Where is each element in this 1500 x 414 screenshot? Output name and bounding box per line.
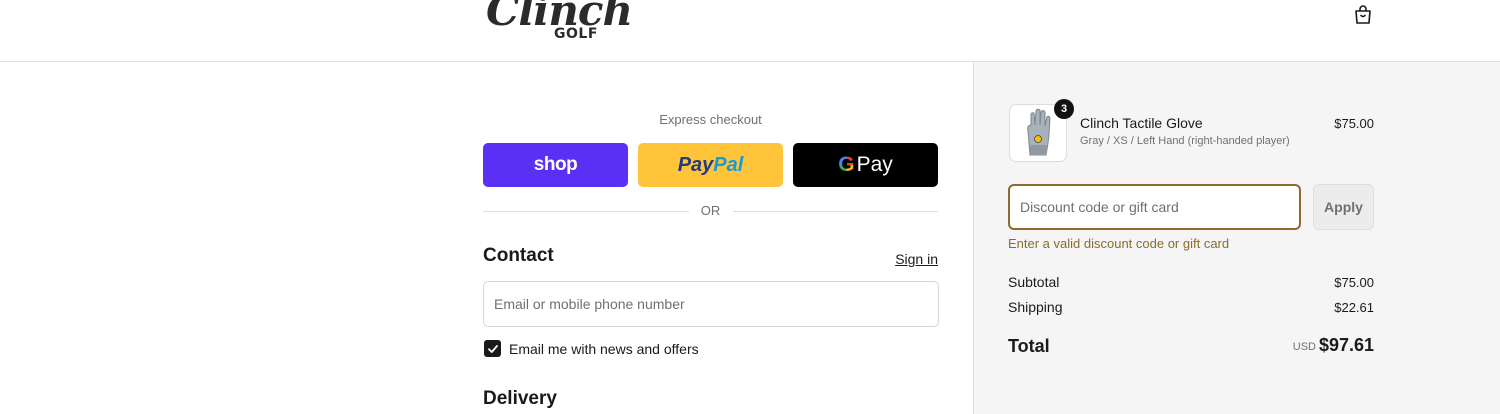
contact-title: Contact xyxy=(483,245,554,266)
google-g-icon: G xyxy=(838,153,855,176)
or-divider: OR xyxy=(483,203,938,219)
discount-code-input[interactable] xyxy=(1008,184,1301,230)
delivery-title: Delivery xyxy=(483,388,557,409)
discount-error-message: Enter a valid discount code or gift card xyxy=(1008,236,1230,251)
apply-discount-button[interactable]: Apply xyxy=(1313,184,1374,230)
paypal-label-part2: Pal xyxy=(713,153,744,176)
product-name: Clinch Tactile Glove xyxy=(1080,115,1203,131)
email-field[interactable] xyxy=(483,281,939,327)
shop-pay-label: shop xyxy=(533,154,578,175)
quantity-badge: 3 xyxy=(1054,99,1074,119)
brand-logo[interactable]: Clinch GOLF xyxy=(486,0,633,46)
express-checkout-title: Express checkout xyxy=(659,112,762,127)
google-pay-button[interactable]: G Pay xyxy=(793,143,938,187)
shop-pay-button[interactable]: shop xyxy=(483,143,628,187)
total-value: $97.61 xyxy=(1318,335,1374,355)
newsletter-label: Email me with news and offers xyxy=(509,341,699,357)
subtotal-label: Subtotal xyxy=(1008,274,1060,290)
google-pay-label: Pay xyxy=(856,153,893,176)
check-icon xyxy=(487,344,498,353)
page-header: Clinch GOLF xyxy=(0,0,1500,62)
subtotal-value: $75.00 xyxy=(1334,275,1374,290)
shipping-label: Shipping xyxy=(1008,299,1063,315)
brand-logo-sub: GOLF xyxy=(554,26,598,42)
or-text: OR xyxy=(700,203,721,218)
newsletter-checkbox[interactable] xyxy=(484,340,501,357)
product-thumbnail: 3 xyxy=(1009,99,1074,162)
product-variant: Gray / XS / Left Hand (right-handed play… xyxy=(1080,135,1290,147)
total-label: Total xyxy=(1008,336,1050,356)
shopping-bag-icon[interactable] xyxy=(1352,4,1374,26)
paypal-label-part1: Pay xyxy=(677,153,714,176)
product-price: $75.00 xyxy=(1334,116,1374,131)
paypal-button[interactable]: Pay Pal xyxy=(638,143,783,187)
sign-in-link[interactable]: Sign in xyxy=(880,251,938,267)
shipping-value: $22.61 xyxy=(1334,300,1374,315)
